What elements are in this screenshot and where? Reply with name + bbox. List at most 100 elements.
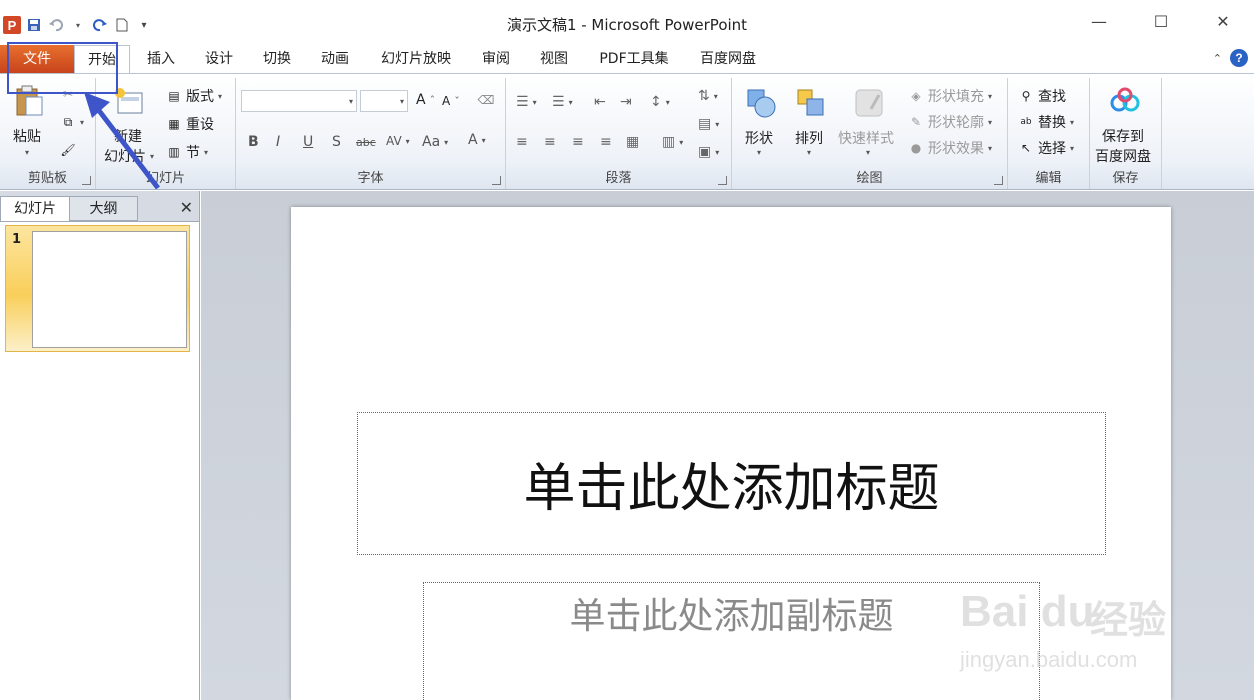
italic-button[interactable]: I bbox=[276, 134, 280, 150]
font-color-button[interactable]: A ▾ bbox=[468, 132, 486, 148]
arrange-button[interactable]: 排列 bbox=[795, 128, 823, 148]
subtitle-placeholder-text: 单击此处添加副标题 bbox=[569, 596, 894, 637]
align-left-icon[interactable]: ≡ bbox=[516, 134, 528, 150]
align-text-icon[interactable]: ▤ ▾ bbox=[698, 116, 719, 132]
drawing-launcher-icon[interactable] bbox=[994, 176, 1003, 185]
slide-thumbnail-selected[interactable]: 1 bbox=[5, 225, 190, 352]
find-label: 查找 bbox=[1038, 89, 1066, 105]
grow-font-icon[interactable]: Aˆ bbox=[416, 92, 435, 108]
group-editing: ⚲ 查找 ab 替换 ▾ ↖ 选择 ▾ 编辑 bbox=[1008, 78, 1090, 189]
tab-design[interactable]: 设计 bbox=[192, 45, 246, 73]
line-spacing-icon[interactable]: ↕ ▾ bbox=[650, 94, 670, 110]
paragraph-launcher-icon[interactable] bbox=[718, 176, 727, 185]
format-painter-icon[interactable]: 🖌 bbox=[60, 142, 76, 158]
underline-button[interactable]: U bbox=[303, 134, 313, 150]
shape-fill-icon: ◈ bbox=[911, 89, 921, 103]
shape-fill-button[interactable]: ◈ 形状填充 ▾ bbox=[908, 86, 992, 106]
char-spacing-button[interactable]: AV ▾ bbox=[386, 134, 410, 148]
title-placeholder[interactable]: 单击此处添加标题 bbox=[357, 412, 1106, 555]
arrange-dropdown-icon[interactable]: ▾ bbox=[807, 148, 811, 157]
change-case-button[interactable]: Aa ▾ bbox=[422, 134, 448, 150]
decrease-indent-icon[interactable]: ⇤ bbox=[594, 94, 606, 110]
char-spacing-label: AV bbox=[386, 134, 402, 148]
grow-font-glyph: A bbox=[416, 92, 426, 108]
smartart-icon[interactable]: ▣ ▾ bbox=[698, 144, 719, 160]
distribute-icon[interactable]: ▦ bbox=[626, 134, 639, 150]
replace-icon: ab bbox=[1020, 117, 1032, 127]
close-icon[interactable]: ✕ bbox=[1192, 6, 1254, 36]
justify-icon[interactable]: ≡ bbox=[600, 134, 612, 150]
slide-thumbnail[interactable] bbox=[32, 231, 187, 348]
paste-dropdown-icon[interactable]: ▾ bbox=[25, 148, 29, 157]
text-direction-icon[interactable]: ⇅ ▾ bbox=[698, 88, 718, 104]
tab-transitions[interactable]: 切换 bbox=[250, 45, 304, 73]
help-icon[interactable]: ? bbox=[1230, 49, 1248, 67]
strikethrough-button[interactable]: abc bbox=[356, 136, 376, 149]
baidu-netdisk-icon[interactable] bbox=[1108, 86, 1142, 116]
binoculars-icon: ⚲ bbox=[1021, 89, 1031, 103]
tab-review[interactable]: 审阅 bbox=[470, 45, 522, 73]
tab-slides[interactable]: 幻灯片 bbox=[0, 196, 70, 221]
text-shadow-button[interactable]: S bbox=[332, 134, 341, 150]
save-to-netdisk-button[interactable]: 保存到 bbox=[1102, 126, 1144, 146]
shapes-button[interactable]: 形状 bbox=[745, 128, 773, 148]
maximize-icon[interactable]: ☐ bbox=[1130, 6, 1192, 36]
save-to-netdisk-label-2[interactable]: 百度网盘 bbox=[1095, 146, 1151, 166]
replace-button[interactable]: ab 替换 ▾ bbox=[1018, 112, 1074, 132]
quick-styles-button[interactable]: 快速样式 bbox=[838, 128, 894, 148]
quick-styles-icon[interactable] bbox=[852, 86, 886, 120]
slides-pane: 幻灯片 大纲 ✕ 1 bbox=[0, 191, 200, 700]
ribbon-tab-bar: 文件 开始 插入 设计 切换 动画 幻灯片放映 审阅 视图 PDF工具集 百度网… bbox=[0, 45, 1254, 74]
shapes-icon[interactable] bbox=[744, 86, 778, 120]
shrink-font-icon[interactable]: Aˇ bbox=[442, 94, 460, 108]
layout-label: 版式 bbox=[186, 89, 214, 105]
tab-baidu-netdisk[interactable]: 百度网盘 bbox=[688, 45, 768, 73]
title-placeholder-text: 单击此处添加标题 bbox=[523, 459, 940, 519]
paragraph-group-label: 段落 bbox=[605, 171, 632, 186]
font-color-label: A bbox=[468, 132, 478, 148]
arrange-icon[interactable] bbox=[794, 86, 828, 120]
collapse-ribbon-icon[interactable]: ⌃ bbox=[1213, 52, 1222, 65]
columns-icon[interactable]: ▥ ▾ bbox=[662, 134, 683, 150]
shrink-font-glyph: A bbox=[442, 94, 451, 108]
title-bar: P ▾ ▾ 演示文稿1 - Microsoft PowerPoint — ☐ ✕ bbox=[0, 0, 1254, 45]
group-font: ▾ ▾ Aˆ Aˇ ⌫ B I U S abc AV ▾ Aa ▾ A ▾ 字体 bbox=[236, 78, 506, 189]
select-label: 选择 bbox=[1038, 141, 1066, 157]
section-label: 节 bbox=[186, 145, 200, 161]
tab-view[interactable]: 视图 bbox=[528, 45, 580, 73]
tab-insert[interactable]: 插入 bbox=[134, 45, 188, 73]
align-right-icon[interactable]: ≡ bbox=[572, 134, 584, 150]
shape-effects-icon: ● bbox=[910, 141, 922, 155]
tab-animations[interactable]: 动画 bbox=[308, 45, 362, 73]
annotation-arrow-icon bbox=[84, 92, 160, 190]
shapes-dropdown-icon[interactable]: ▾ bbox=[757, 148, 761, 157]
increase-indent-icon[interactable]: ⇥ bbox=[620, 94, 632, 110]
shape-effects-label: 形状效果 bbox=[928, 141, 984, 157]
slides-pane-body: 1 bbox=[0, 221, 199, 700]
font-size-combo[interactable]: ▾ bbox=[360, 90, 408, 112]
bullets-icon[interactable]: ☰ ▾ bbox=[516, 94, 537, 110]
font-launcher-icon[interactable] bbox=[492, 176, 501, 185]
font-name-combo[interactable]: ▾ bbox=[241, 90, 357, 112]
paste-label: 粘贴 bbox=[13, 129, 41, 145]
numbering-icon[interactable]: ☰ ▾ bbox=[552, 94, 573, 110]
tab-slideshow[interactable]: 幻灯片放映 bbox=[370, 45, 462, 73]
shapes-label: 形状 bbox=[745, 131, 773, 147]
clear-formatting-icon[interactable]: ⌫ bbox=[478, 92, 495, 108]
minimize-icon[interactable]: — bbox=[1068, 6, 1130, 36]
ribbon-controls: ⌃ ? bbox=[1213, 49, 1248, 67]
paste-button[interactable]: 粘贴 bbox=[13, 126, 41, 146]
tab-pdf-tools[interactable]: PDF工具集 bbox=[588, 45, 680, 73]
replace-label: 替换 bbox=[1038, 115, 1066, 131]
align-center-icon[interactable]: ≡ bbox=[544, 134, 556, 150]
subtitle-placeholder[interactable]: 单击此处添加副标题 bbox=[423, 582, 1040, 700]
shape-effects-button[interactable]: ● 形状效果 ▾ bbox=[908, 138, 992, 158]
shape-outline-button[interactable]: ✎ 形状轮廓 ▾ bbox=[908, 112, 992, 132]
select-button[interactable]: ↖ 选择 ▾ bbox=[1018, 138, 1074, 158]
shape-fill-label: 形状填充 bbox=[928, 89, 984, 105]
find-button[interactable]: ⚲ 查找 bbox=[1018, 86, 1066, 106]
bold-button[interactable]: B bbox=[248, 134, 259, 150]
group-paragraph: ☰ ▾ ☰ ▾ ⇤ ⇥ ↕ ▾ ⇅ ▾ ▤ ▾ ▣ ▾ ≡ ≡ ≡ ≡ ▦ ▥ ▾ 段落 bbox=[506, 78, 732, 189]
quick-styles-dropdown-icon[interactable]: ▾ bbox=[866, 148, 870, 157]
close-pane-icon[interactable]: ✕ bbox=[180, 198, 193, 217]
